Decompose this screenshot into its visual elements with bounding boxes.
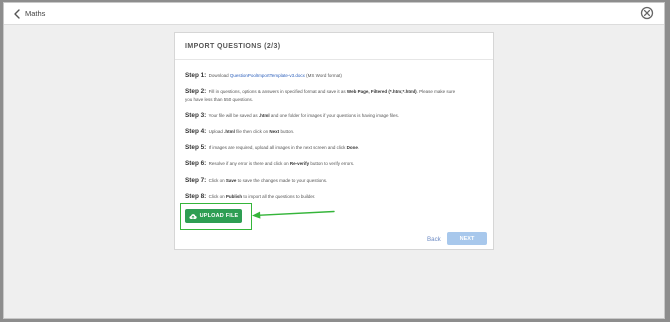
step-bold-text: Web Page, Filtered (*.htm;*.html) [346,89,417,94]
step-text: . Please make sure [416,89,456,94]
step-text: file then click on [236,129,269,134]
step-label: Step 8: [185,193,207,200]
step-text: Resolve if any error is there and click … [208,161,289,166]
step-label: Step 7: [185,177,207,184]
step-6: Step 6: Resolve if any error is there an… [185,160,354,168]
step-text: you have less than 550 questions. [185,97,254,102]
step-label: Step 5: [185,144,207,151]
step-text: If images are required, upload all image… [208,145,346,150]
next-button-label: NEXT [459,235,475,242]
step-text: . [357,145,360,150]
step-text: Download [208,73,229,78]
step-text: Upload [208,129,223,134]
step-text: and one folder for images if your questi… [270,113,399,118]
step-label: Step 3: [185,112,207,119]
title-divider [175,59,493,60]
step-8: Step 8: Click on Publish to import all t… [185,193,315,201]
back-button[interactable] [10,6,24,22]
step-label: Step 6: [185,160,207,167]
step-bold-text: Next [269,129,280,134]
step-5: Step 5: If images are required, upload a… [185,144,359,152]
page-title: Maths [25,9,46,18]
step-text: Your file will be saved as [208,113,258,118]
cloud-upload-icon [189,213,197,219]
close-button[interactable] [640,6,654,20]
step-text: button. [280,129,295,134]
step-7: Step 7: Click on Save to save the change… [185,177,327,185]
step-2-continued: you have less than 550 questions. [185,96,253,104]
step-1: Step 1: Download QuestionPoolImportTempl… [185,72,342,80]
step-bold-text: Re-verify [289,161,310,166]
step-text: (MS Word format) [306,73,342,78]
step-label: Step 2: [185,88,207,95]
step-bold-text: Save [225,178,237,183]
template-download-link[interactable]: QuestionPoolImportTemplate-v3.docx [230,73,305,78]
step-bold-text: Publish [225,194,243,199]
step-3: Step 3: Your file will be saved as .html… [185,112,399,120]
step-2: Step 2: Fill in questions, options & ans… [185,88,455,96]
dialog-title: IMPORT QUESTIONS (2/3) [185,43,281,50]
step-text: to import all the questions to builder. [243,194,316,199]
step-4: Step 4: Upload .html file then click on … [185,128,294,136]
step-bold-text: .html [258,113,270,118]
step-bold-text: Done [346,145,358,150]
next-button[interactable]: NEXT [447,232,487,245]
top-bar: Maths [4,3,664,25]
upload-file-button[interactable]: UPLOAD FILE [185,209,242,223]
step-label: Step 4: [185,128,207,135]
step-text: Click on [208,178,225,183]
step-text: to save the changes made to your questio… [237,178,328,183]
upload-button-label: UPLOAD FILE [199,213,239,219]
close-circle-icon [640,6,654,20]
back-link[interactable]: Back [427,236,441,243]
step-text: button to verify errors. [310,161,355,166]
app-window: Maths IMPORT QUESTIONS (2/3) Step 1: Dow… [3,2,665,319]
step-bold-text: .html [224,129,235,134]
chevron-left-icon [14,9,20,19]
annotation-arrow-icon [252,210,335,219]
step-text: Fill in questions, options & answers in … [208,89,346,94]
step-text: Click on [208,194,225,199]
step-label: Step 1: [185,72,207,79]
